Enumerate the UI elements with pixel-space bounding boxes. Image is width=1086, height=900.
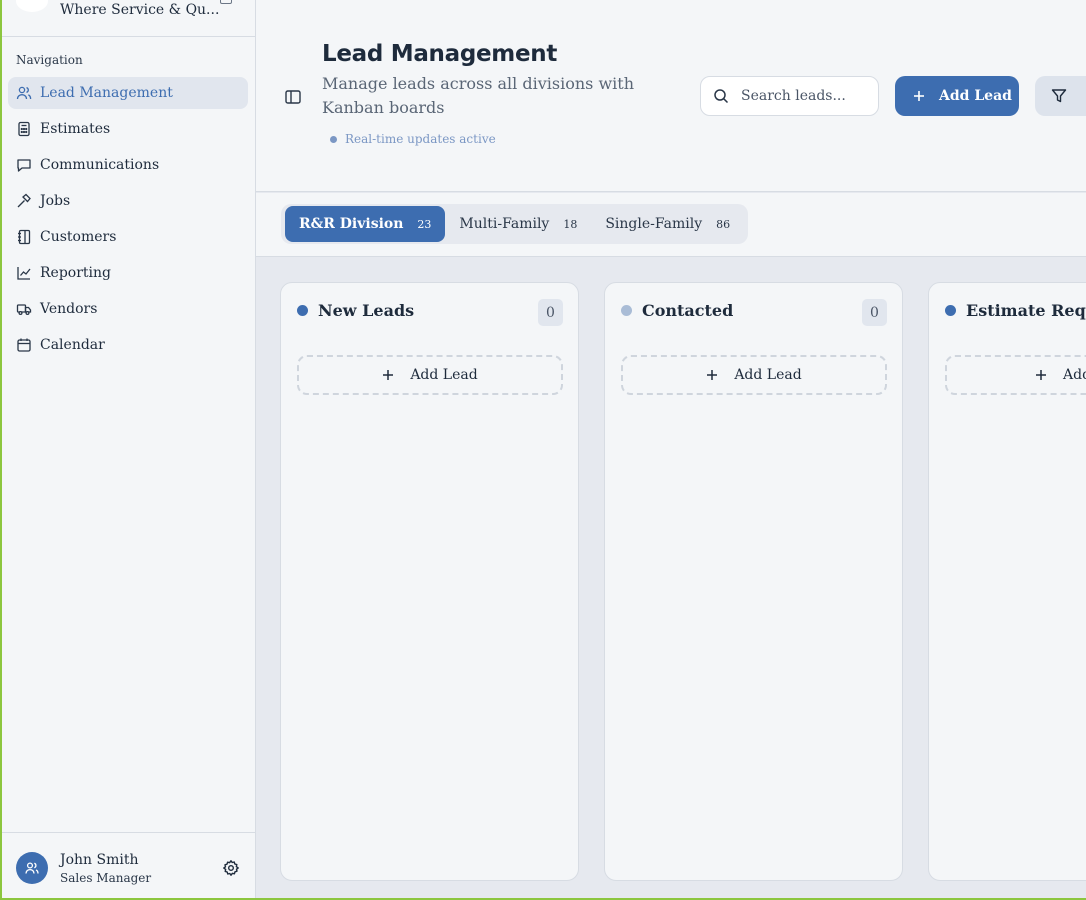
settings-gear-icon[interactable] — [222, 859, 240, 877]
add-lead-label: Add Lead — [939, 88, 1012, 104]
tab-single-family[interactable]: Single-Family 86 — [591, 206, 744, 242]
kanban-column-contacted: Contacted 0 Add Lead — [604, 282, 903, 881]
add-lead-button[interactable]: Add Lead — [895, 76, 1019, 116]
plus-icon — [383, 370, 394, 380]
sidebar-item-label: Calendar — [40, 337, 105, 353]
add-lead-label: Add — [1063, 367, 1086, 383]
search-box[interactable] — [700, 76, 879, 116]
sidebar-item-reporting[interactable]: Reporting — [8, 257, 248, 289]
realtime-status: Real-time updates active — [330, 132, 496, 146]
page-description: Manage leads across all divisions with K… — [322, 74, 634, 117]
column-header: Contacted — [621, 301, 733, 320]
column-status-dot — [945, 305, 956, 316]
column-add-lead-button[interactable]: Add — [945, 355, 1086, 395]
hammer-icon — [16, 193, 32, 209]
users-icon — [16, 85, 32, 101]
column-status-dot — [297, 305, 308, 316]
sidebar-item-label: Communications — [40, 157, 160, 173]
tab-count: 18 — [563, 217, 578, 231]
kanban-column-new-leads: New Leads 0 Add Lead — [280, 282, 579, 881]
division-tabs: R&R Division 23 Multi-Family 18 Single-F… — [281, 204, 749, 244]
user-role: Sales Manager — [60, 871, 152, 885]
truck-icon — [16, 301, 32, 317]
plus-icon — [914, 91, 924, 101]
tab-count: 86 — [716, 217, 731, 231]
column-add-lead-button[interactable]: Add Lead — [297, 355, 563, 395]
panel-toggle-icon[interactable] — [285, 89, 301, 104]
sidebar-item-label: Estimates — [40, 121, 111, 137]
sidebar-item-customers[interactable]: Customers — [8, 221, 248, 253]
sidebar-item-jobs[interactable]: Jobs — [8, 185, 248, 217]
tab-label: R&R Division — [299, 216, 404, 232]
column-header: Estimate Reques — [945, 301, 1086, 320]
sidebar-item-label: Customers — [40, 229, 117, 245]
column-status-dot — [621, 305, 632, 316]
page-title: Lead Management — [322, 41, 558, 67]
add-lead-label: Add Lead — [410, 367, 478, 383]
calendar-icon — [16, 337, 32, 353]
add-lead-label: Add Lead — [734, 367, 802, 383]
tab-multi-family[interactable]: Multi-Family 18 — [445, 206, 591, 242]
tab-rr-division[interactable]: R&R Division 23 — [285, 206, 446, 242]
sidebar-item-label: Jobs — [40, 193, 71, 209]
user-profile[interactable]: John Smith Sales Manager — [2, 832, 255, 898]
sidebar-collapse-icon[interactable] — [220, 0, 232, 4]
search-icon — [714, 89, 729, 104]
address-book-icon — [16, 229, 32, 245]
page-header: Lead Management Manage leads across all … — [256, 0, 1086, 192]
column-title: New Leads — [318, 301, 415, 320]
sidebar-nav: Lead Management Estimates Communications… — [8, 77, 248, 365]
kanban-board: New Leads 0 Add Lead Contacted 0 Add Lea… — [256, 258, 1086, 898]
column-count-badge: 0 — [862, 299, 887, 326]
calculator-icon — [16, 121, 32, 137]
brand-logo — [16, 0, 48, 12]
division-tabs-bar: R&R Division 23 Multi-Family 18 Single-F… — [256, 193, 1086, 257]
brand-subtitle: Where Service & Qu... — [60, 2, 220, 18]
status-dot — [330, 135, 337, 143]
chat-icon — [16, 157, 32, 173]
sidebar-item-communications[interactable]: Communications — [8, 149, 248, 181]
column-title: Contacted — [642, 301, 734, 320]
users-icon — [25, 862, 39, 874]
search-input[interactable] — [741, 88, 861, 104]
realtime-label: Real-time updates active — [345, 132, 496, 146]
sidebar-item-estimates[interactable]: Estimates — [8, 113, 248, 145]
filter-button[interactable] — [1035, 76, 1086, 116]
tab-label: Single-Family — [605, 216, 703, 232]
line-chart-icon — [16, 265, 32, 281]
plus-icon — [1036, 370, 1046, 380]
sidebar-item-label: Lead Management — [40, 85, 173, 101]
column-add-lead-button[interactable]: Add Lead — [621, 355, 887, 395]
sidebar-item-vendors[interactable]: Vendors — [8, 293, 248, 325]
kanban-column-estimate-requested: Estimate Reques Add — [928, 282, 1086, 881]
sidebar-item-lead-management[interactable]: Lead Management — [8, 77, 248, 109]
tab-label: Multi-Family — [459, 216, 550, 232]
column-title: Estimate Reques — [966, 301, 1086, 320]
column-count-badge: 0 — [538, 299, 563, 326]
sidebar-item-label: Vendors — [40, 301, 98, 317]
user-name: John Smith — [60, 852, 139, 868]
plus-icon — [707, 370, 718, 380]
column-header: New Leads — [297, 301, 414, 320]
sidebar-item-calendar[interactable]: Calendar — [8, 329, 248, 361]
nav-heading: Navigation — [16, 53, 83, 67]
sidebar: Where Service & Qu... Navigation Lead Ma… — [2, 0, 256, 898]
tab-count: 23 — [417, 217, 432, 231]
brand: Where Service & Qu... — [2, 0, 255, 37]
filter-icon — [1051, 89, 1067, 103]
sidebar-item-label: Reporting — [40, 265, 111, 281]
avatar — [16, 852, 48, 884]
